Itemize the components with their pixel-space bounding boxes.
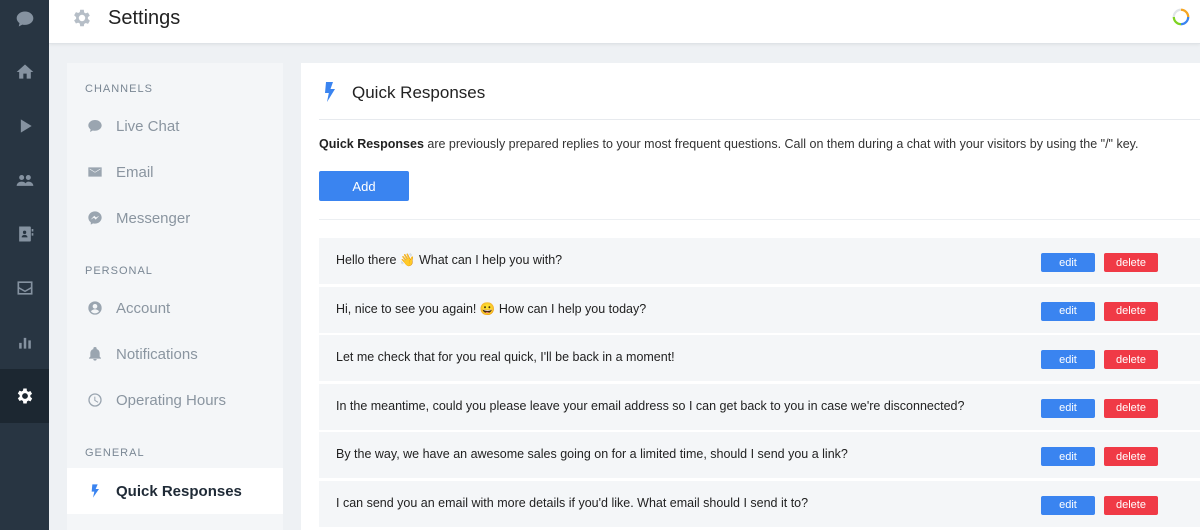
app-rail (0, 0, 49, 530)
delete-button[interactable]: delete (1104, 301, 1158, 321)
top-header: Settings (49, 0, 1200, 44)
quick-responses-list: Hello there 👋 What can I help you with? … (319, 238, 1200, 530)
response-text: Let me check that for you real quick, I'… (336, 350, 675, 365)
sidebar-item-messenger[interactable]: Messenger (67, 195, 283, 241)
delete-button[interactable]: delete (1104, 253, 1158, 272)
edit-button[interactable]: edit (1041, 398, 1095, 418)
page-title: Settings (108, 7, 181, 29)
response-text: I can send you an email with more detail… (336, 495, 809, 510)
edit-button[interactable]: edit (1041, 301, 1095, 321)
response-text: In the meantime, could you please leave … (336, 398, 965, 413)
sidebar-item-account[interactable]: Account (67, 285, 283, 331)
add-button[interactable]: Add (319, 171, 409, 201)
list-item: In the meantime, could you please leave … (319, 383, 1200, 430)
sidebar-item-live-chat[interactable]: Live Chat (67, 103, 283, 149)
home-icon[interactable] (0, 45, 49, 99)
list-item: Let me check that for you real quick, I'… (319, 335, 1200, 382)
list-item: I can send you an email with more detail… (319, 480, 1200, 527)
delete-button[interactable]: delete (1104, 495, 1158, 515)
loading-spinner-icon (1172, 8, 1190, 26)
divider (319, 219, 1200, 220)
bell-icon (87, 346, 103, 362)
lightning-bolt-icon (87, 483, 103, 499)
sidebar-item-label: Email (116, 163, 154, 181)
settings-sidebar: CHANNELS Live Chat Email Messenger PERSO… (67, 63, 283, 530)
contacts-book-icon[interactable] (0, 207, 49, 261)
chat-bubble-icon (87, 118, 103, 134)
users-icon[interactable] (0, 153, 49, 207)
section-channels: CHANNELS (85, 83, 153, 95)
play-icon[interactable] (0, 99, 49, 153)
response-text: By the way, we have an awesome sales goi… (336, 447, 848, 462)
sidebar-item-quick-responses[interactable]: Quick Responses (67, 468, 283, 514)
list-item: By the way, we have an awesome sales goi… (319, 432, 1200, 479)
response-text: Hi, nice to see you again! 😀 How can I h… (336, 301, 647, 316)
sidebar-item-email[interactable]: Email (67, 149, 283, 195)
inbox-icon[interactable] (0, 261, 49, 315)
messenger-icon (87, 210, 103, 226)
intro-rest: are previously prepared replies to your … (423, 137, 1139, 151)
response-text: Hello there 👋 What can I help you with? (336, 253, 563, 267)
settings-gear-icon (71, 7, 93, 29)
bar-chart-icon[interactable] (0, 315, 49, 369)
account-circle-icon (87, 300, 103, 316)
list-item: Hi, nice to see you again! 😀 How can I h… (319, 286, 1200, 333)
gear-icon[interactable] (0, 369, 49, 423)
sidebar-item-label: Operating Hours (116, 391, 227, 409)
delete-button[interactable]: delete (1104, 350, 1158, 370)
section-personal: PERSONAL (85, 265, 153, 277)
sidebar-item-label: Notifications (116, 345, 198, 363)
clock-icon (87, 392, 103, 408)
sidebar-item-label: Account (116, 299, 171, 317)
sidebar-item-operating-hours[interactable]: Operating Hours (67, 377, 283, 423)
delete-button[interactable]: delete (1104, 398, 1158, 418)
quick-responses-panel: Quick Responses Quick Responses are prev… (301, 63, 1200, 530)
edit-button[interactable]: edit (1041, 447, 1095, 467)
sidebar-item-label: Messenger (116, 209, 191, 227)
lightning-bolt-icon (323, 82, 337, 102)
sidebar-item-label: Quick Responses (116, 482, 242, 500)
envelope-icon (87, 164, 103, 180)
sidebar-item-notifications[interactable]: Notifications (67, 331, 283, 377)
intro-text: Quick Responses are previously prepared … (319, 137, 1138, 151)
section-general: GENERAL (85, 447, 145, 459)
panel-header: Quick Responses (319, 63, 1200, 120)
list-item: Hello there 👋 What can I help you with? … (319, 238, 1200, 284)
intro-bold: Quick Responses (319, 137, 424, 151)
edit-button[interactable]: edit (1041, 495, 1095, 515)
panel-title: Quick Responses (352, 83, 486, 102)
sidebar-item-label: Live Chat (116, 117, 180, 135)
edit-button[interactable]: edit (1041, 253, 1095, 272)
edit-button[interactable]: edit (1041, 350, 1095, 370)
delete-button[interactable]: delete (1104, 447, 1158, 467)
chat-bubble-icon[interactable] (0, 0, 49, 38)
